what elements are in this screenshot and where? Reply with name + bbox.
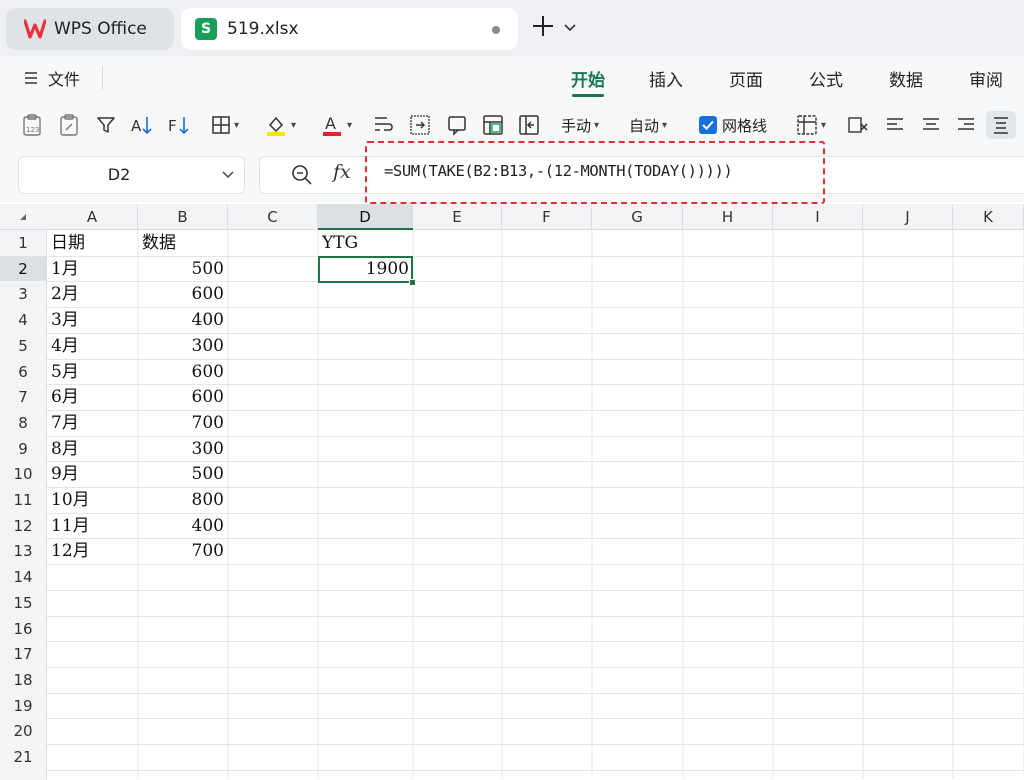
row-header-8[interactable]: 8 <box>0 410 47 436</box>
row-header-1[interactable]: 1 <box>0 230 47 256</box>
cell-b1[interactable]: 数据 <box>138 230 228 256</box>
column-header-b[interactable]: B <box>138 204 228 230</box>
cell-b12[interactable]: 400 <box>138 513 228 539</box>
row-header-9[interactable]: 9 <box>0 436 47 462</box>
row-header-partial[interactable] <box>0 770 47 780</box>
row-header-20[interactable]: 20 <box>0 718 47 744</box>
row-header-13[interactable]: 13 <box>0 538 47 564</box>
cell-b3[interactable]: 600 <box>138 281 228 307</box>
cell-a1[interactable]: 日期 <box>47 230 138 256</box>
cell-b7[interactable]: 600 <box>138 384 228 410</box>
column-header-k[interactable]: K <box>953 204 1024 230</box>
cell-a9[interactable]: 8月 <box>47 436 138 462</box>
row-header-15[interactable]: 15 <box>0 590 47 616</box>
row-header-18[interactable]: 18 <box>0 667 47 693</box>
row-header-3[interactable]: 3 <box>0 281 47 307</box>
row-header-19[interactable]: 19 <box>0 693 47 719</box>
column-header-j[interactable]: J <box>863 204 953 230</box>
cell-a10[interactable]: 9月 <box>47 461 138 487</box>
cell-a3[interactable]: 2月 <box>47 281 138 307</box>
cell-a13[interactable]: 12月 <box>47 538 138 564</box>
column-header-i[interactable]: I <box>773 204 863 230</box>
cell-b5[interactable]: 300 <box>138 333 228 359</box>
cell-b4[interactable]: 400 <box>138 307 228 333</box>
row-header-7[interactable]: 7 <box>0 384 47 410</box>
cell-b10[interactable]: 500 <box>138 461 228 487</box>
row-header-11[interactable]: 11 <box>0 487 47 513</box>
row-header-6[interactable]: 6 <box>0 359 47 385</box>
column-header-c[interactable]: C <box>228 204 318 230</box>
column-header-f[interactable]: F <box>502 204 592 230</box>
column-header-a[interactable]: A <box>47 204 138 230</box>
cell-a5[interactable]: 4月 <box>47 333 138 359</box>
cell-d1[interactable]: YTG <box>318 230 413 256</box>
row-header-14[interactable]: 14 <box>0 564 47 590</box>
cell-b13[interactable]: 700 <box>138 538 228 564</box>
fill-handle[interactable] <box>409 279 416 286</box>
row-header-12[interactable]: 12 <box>0 513 47 539</box>
row-header-4[interactable]: 4 <box>0 307 47 333</box>
selected-column-indicator <box>318 228 413 230</box>
cell-b9[interactable]: 300 <box>138 436 228 462</box>
column-header-e[interactable]: E <box>413 204 502 230</box>
column-header-d[interactable]: D <box>318 204 413 230</box>
row-header-17[interactable]: 17 <box>0 641 47 667</box>
row-header-5[interactable]: 5 <box>0 333 47 359</box>
cell-b2[interactable]: 500 <box>138 256 228 282</box>
row-header-21[interactable]: 21 <box>0 744 47 770</box>
cell-a8[interactable]: 7月 <box>47 410 138 436</box>
cell-a2[interactable]: 1月 <box>47 256 138 282</box>
column-header-g[interactable]: G <box>592 204 683 230</box>
cell-b8[interactable]: 700 <box>138 410 228 436</box>
cell-a6[interactable]: 5月 <box>47 359 138 385</box>
cell-a4[interactable]: 3月 <box>47 307 138 333</box>
cell-b6[interactable]: 600 <box>138 359 228 385</box>
active-cell-border <box>318 256 413 283</box>
column-header-h[interactable]: H <box>683 204 773 230</box>
row-header-16[interactable]: 16 <box>0 616 47 642</box>
cell-b11[interactable]: 800 <box>138 487 228 513</box>
cell-a11[interactable]: 10月 <box>47 487 138 513</box>
cell-a7[interactable]: 6月 <box>47 384 138 410</box>
row-header-10[interactable]: 10 <box>0 461 47 487</box>
cell-a12[interactable]: 11月 <box>47 513 138 539</box>
row-header-2[interactable]: 2 <box>0 256 47 282</box>
